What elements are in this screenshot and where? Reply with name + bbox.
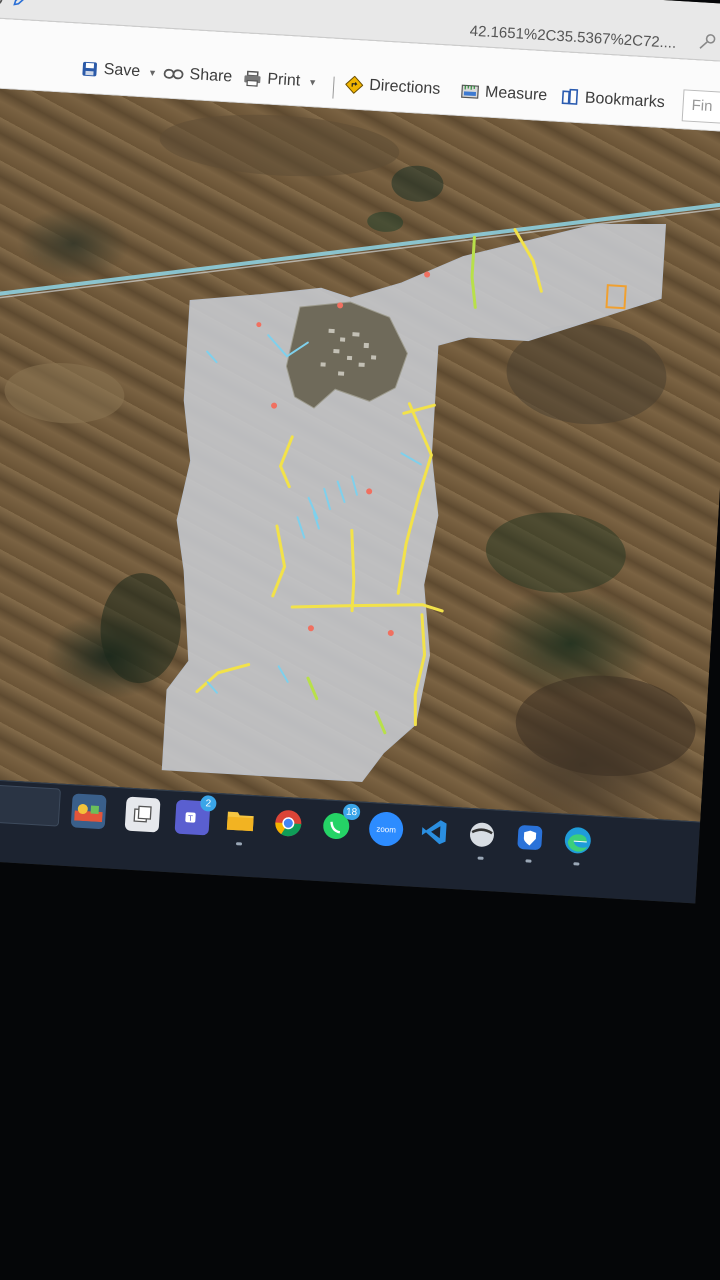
map-overlay-layer (0, 114, 720, 783)
widgets-icon[interactable] (70, 793, 107, 830)
teams-badge: 2 (199, 794, 217, 812)
edge-icon[interactable] (560, 822, 596, 866)
map-canvas[interactable] (0, 87, 720, 822)
running-indicator (235, 842, 243, 846)
directions-icon (345, 75, 364, 94)
print-button[interactable]: Print ▼ (243, 69, 318, 91)
key-icon[interactable] (698, 32, 717, 51)
toolbar-divider (332, 76, 335, 99)
vpn-shield-icon[interactable] (512, 820, 548, 863)
monitor-screen: 42.1651%2C35.5367%2C72.... Save ▼ Share … (0, 0, 720, 904)
vscode-icon[interactable] (416, 814, 452, 850)
running-indicator (525, 859, 532, 863)
app-icon[interactable] (464, 817, 500, 860)
whatsapp-badge: 18 (342, 803, 361, 821)
running-indicator (477, 856, 484, 860)
running-indicator (573, 862, 580, 866)
chevron-down-icon: ▼ (307, 77, 318, 88)
print-label: Print (266, 70, 301, 90)
find-input[interactable]: Fin (681, 89, 720, 127)
save-label: Save (103, 60, 141, 81)
save-icon (82, 61, 97, 77)
file-explorer-icon[interactable] (222, 802, 258, 846)
edit-pencil-icon[interactable] (11, 0, 28, 8)
whatsapp-icon[interactable]: 18 (318, 803, 361, 844)
share-link-icon (163, 68, 184, 80)
zoom-label: zoom (376, 823, 397, 835)
share-button[interactable]: Share (163, 65, 233, 87)
ruler-icon (461, 84, 480, 99)
directions-label: Directions (368, 76, 441, 98)
measure-label: Measure (484, 83, 548, 105)
bookmarks-icon (561, 88, 579, 105)
save-button[interactable]: Save ▼ (81, 60, 157, 82)
zoom-icon[interactable]: zoom (368, 811, 405, 848)
bookmarks-button[interactable]: Bookmarks (560, 88, 665, 112)
taskbar-search-box[interactable]: earch (0, 781, 61, 827)
directions-button[interactable]: Directions (345, 75, 441, 99)
printer-icon (244, 70, 261, 87)
share-label: Share (189, 66, 233, 86)
chrome-icon[interactable] (270, 805, 306, 841)
teams-icon[interactable]: T 2 (174, 794, 217, 836)
measure-button[interactable]: Measure (461, 82, 548, 105)
circle-icon[interactable] (0, 0, 4, 7)
bookmarks-label: Bookmarks (584, 89, 666, 112)
svg-text:T: T (188, 814, 194, 823)
find-placeholder: Fin (691, 96, 713, 116)
chevron-down-icon: ▼ (147, 67, 158, 79)
task-view-icon[interactable] (124, 796, 161, 833)
